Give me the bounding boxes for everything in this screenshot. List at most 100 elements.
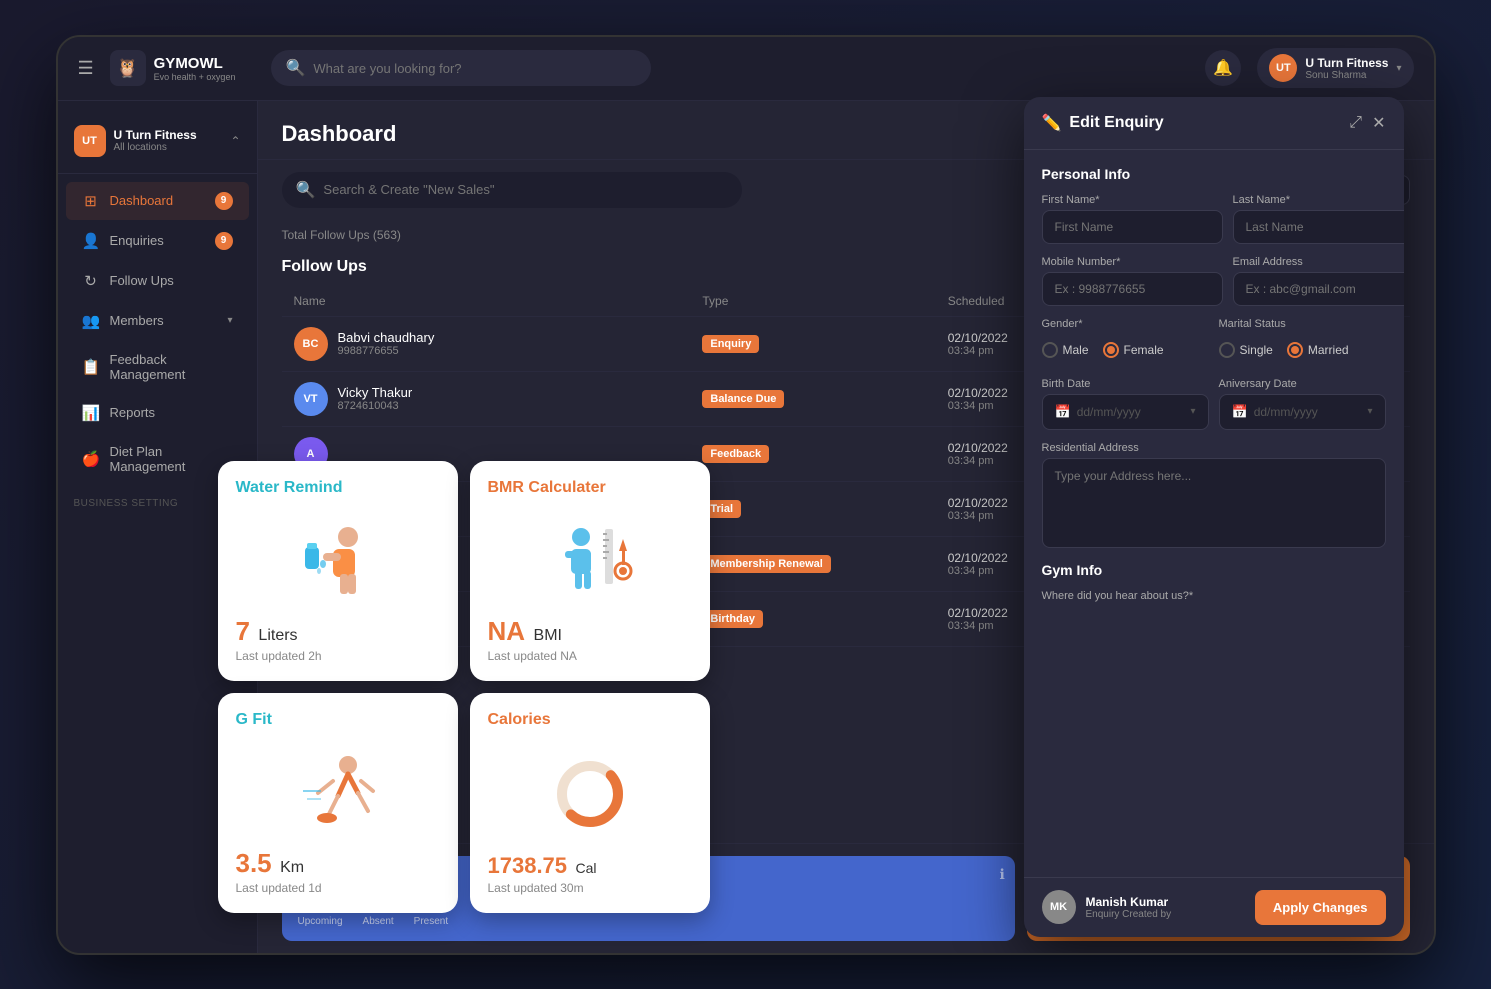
- married-radio[interactable]: [1287, 342, 1303, 358]
- water-remind-card: Water Remind 7: [218, 461, 458, 681]
- last-name-input[interactable]: [1233, 210, 1404, 244]
- birth-label: Birth Date: [1042, 378, 1209, 390]
- sidebar-item-enquiries[interactable]: 👤 Enquiries 9: [66, 222, 249, 260]
- gender-female-option[interactable]: Female: [1103, 342, 1164, 358]
- type-badge: Balance Due: [702, 390, 784, 408]
- logo-text: GYMOWL Evo health + oxygen: [154, 55, 236, 82]
- gym-section: Gym Info Where did you hear about us?*: [1042, 562, 1386, 602]
- gender-marital-row: Gender* Male Female Marital Status: [1042, 318, 1386, 366]
- nav-right: 🔔 UT U Turn Fitness Sonu Sharma ▾: [1205, 48, 1413, 88]
- create-input[interactable]: [323, 182, 727, 197]
- members-icon: 👥: [82, 312, 100, 330]
- married-option[interactable]: Married: [1287, 342, 1349, 358]
- logo-icon: 🦉: [110, 50, 146, 86]
- panel-header: ✏️ Edit Enquiry ⤢ ✕: [1024, 97, 1404, 150]
- sidebar-expand-icon: ⌃: [230, 134, 240, 148]
- email-label: Email Address: [1233, 256, 1404, 268]
- sidebar-user-area[interactable]: UT U Turn Fitness All locations ⌃: [58, 117, 257, 174]
- user-info: U Turn Fitness Sonu Sharma: [1305, 56, 1388, 81]
- anniversary-date-input[interactable]: 📅 dd/mm/yyyy ▾: [1219, 394, 1386, 430]
- type-badge: Enquiry: [702, 335, 759, 353]
- avatar: UT: [1269, 54, 1297, 82]
- first-name-input[interactable]: [1042, 210, 1223, 244]
- sidebar-item-reports[interactable]: 📊 Reports: [66, 394, 249, 432]
- chevron-down-icon: ▾: [1367, 406, 1372, 417]
- search-input[interactable]: [313, 61, 637, 76]
- sidebar-item-dashboard[interactable]: ⊞ Dashboard 9: [66, 182, 249, 220]
- type-badge: Birthday: [702, 610, 763, 628]
- marital-label: Marital Status: [1219, 318, 1386, 330]
- last-name-group: Last Name*: [1233, 194, 1404, 244]
- single-radio[interactable]: [1219, 342, 1235, 358]
- anniversary-group: Aniversary Date 📅 dd/mm/yyyy ▾: [1219, 378, 1386, 430]
- gender-radio-group: Male Female: [1042, 334, 1209, 366]
- members-expand-icon: ▾: [227, 315, 232, 326]
- name-row: First Name* Last Name*: [1042, 194, 1386, 244]
- birth-date-input[interactable]: 📅 dd/mm/yyyy ▾: [1042, 394, 1209, 430]
- bmi-icon-area: [488, 503, 692, 616]
- last-name-label: Last Name*: [1233, 194, 1404, 206]
- sidebar-item-members[interactable]: 👥 Members ▾: [66, 302, 249, 340]
- avatar: BC: [294, 327, 328, 361]
- edit-icon: ✏️: [1042, 113, 1062, 133]
- female-radio[interactable]: [1103, 342, 1119, 358]
- footer-avatar: MK: [1042, 890, 1076, 924]
- sidebar-user-info: U Turn Fitness All locations: [114, 128, 197, 153]
- address-group: Residential Address: [1042, 442, 1386, 548]
- calendar-icon: 📅: [1232, 404, 1248, 420]
- menu-icon[interactable]: ☰: [78, 58, 94, 79]
- reports-icon: 📊: [82, 404, 100, 422]
- first-name-group: First Name*: [1042, 194, 1223, 244]
- search-icon: 🔍: [285, 58, 305, 78]
- widget-overlay: Water Remind 7: [218, 461, 710, 913]
- address-label: Residential Address: [1042, 442, 1386, 454]
- mobile-input[interactable]: [1042, 272, 1223, 306]
- gym-info-heading: Gym Info: [1042, 562, 1386, 578]
- gender-label: Gender*: [1042, 318, 1209, 330]
- gfit-icon-area: [236, 735, 440, 848]
- mobile-group: Mobile Number*: [1042, 256, 1223, 306]
- male-radio[interactable]: [1042, 342, 1058, 358]
- marital-radio-group: Single Married: [1219, 334, 1386, 366]
- footer-info: Manish Kumar Enquiry Created by: [1086, 895, 1245, 920]
- calendar-icon: 📅: [1055, 404, 1071, 420]
- address-input[interactable]: [1042, 458, 1386, 548]
- global-search[interactable]: 🔍: [271, 50, 651, 86]
- search-icon: 🔍: [296, 180, 316, 200]
- user-menu[interactable]: UT U Turn Fitness Sonu Sharma ▾: [1257, 48, 1413, 88]
- top-nav: ☰ 🦉 GYMOWL Evo health + oxygen 🔍 🔔 UT U …: [58, 37, 1434, 101]
- gender-group: Gender* Male Female: [1042, 318, 1209, 366]
- date-row: Birth Date 📅 dd/mm/yyyy ▾ Aniversary Dat…: [1042, 378, 1386, 430]
- apply-changes-button[interactable]: Apply Changes: [1255, 890, 1386, 925]
- email-input[interactable]: [1233, 272, 1404, 306]
- expand-button[interactable]: ⤢: [1349, 113, 1362, 133]
- followups-icon: ↻: [82, 272, 100, 290]
- where-heard-group: Where did you hear about us?*: [1042, 590, 1386, 602]
- panel-footer: MK Manish Kumar Enquiry Created by Apply…: [1024, 877, 1404, 937]
- bmr-calculator-card: BMR Calculater: [470, 461, 710, 681]
- sidebar-user-avatar: UT: [74, 125, 106, 157]
- where-heard-label: Where did you hear about us?*: [1042, 590, 1386, 602]
- chevron-down-icon: ▾: [1396, 63, 1401, 74]
- notification-button[interactable]: 🔔: [1205, 50, 1241, 86]
- gfit-card: G Fit 3.5: [218, 693, 458, 913]
- chevron-down-icon: ▾: [1190, 406, 1195, 417]
- logo-area: 🦉 GYMOWL Evo health + oxygen: [110, 50, 236, 86]
- sidebar-item-feedback[interactable]: 📋 Feedback Management: [66, 342, 249, 392]
- dashboard-icon: ⊞: [82, 192, 100, 210]
- info-icon[interactable]: ℹ: [1000, 866, 1005, 883]
- gender-male-option[interactable]: Male: [1042, 342, 1089, 358]
- water-icon-area: [236, 503, 440, 616]
- email-group: Email Address: [1233, 256, 1404, 306]
- panel-body: Personal Info First Name* Last Name* Mob…: [1024, 150, 1404, 877]
- type-badge: Feedback: [702, 445, 769, 463]
- single-option[interactable]: Single: [1219, 342, 1273, 358]
- create-search[interactable]: 🔍: [282, 172, 742, 208]
- panel-title: ✏️ Edit Enquiry: [1042, 113, 1350, 133]
- member-info: VT Vicky Thakur 8724610043: [294, 382, 703, 416]
- personal-info-heading: Personal Info: [1042, 166, 1386, 182]
- sidebar-item-followups[interactable]: ↻ Follow Ups: [66, 262, 249, 300]
- mobile-label: Mobile Number*: [1042, 256, 1223, 268]
- close-button[interactable]: ✕: [1372, 113, 1385, 133]
- member-info: BC Babvi chaudhary 9988776655: [294, 327, 703, 361]
